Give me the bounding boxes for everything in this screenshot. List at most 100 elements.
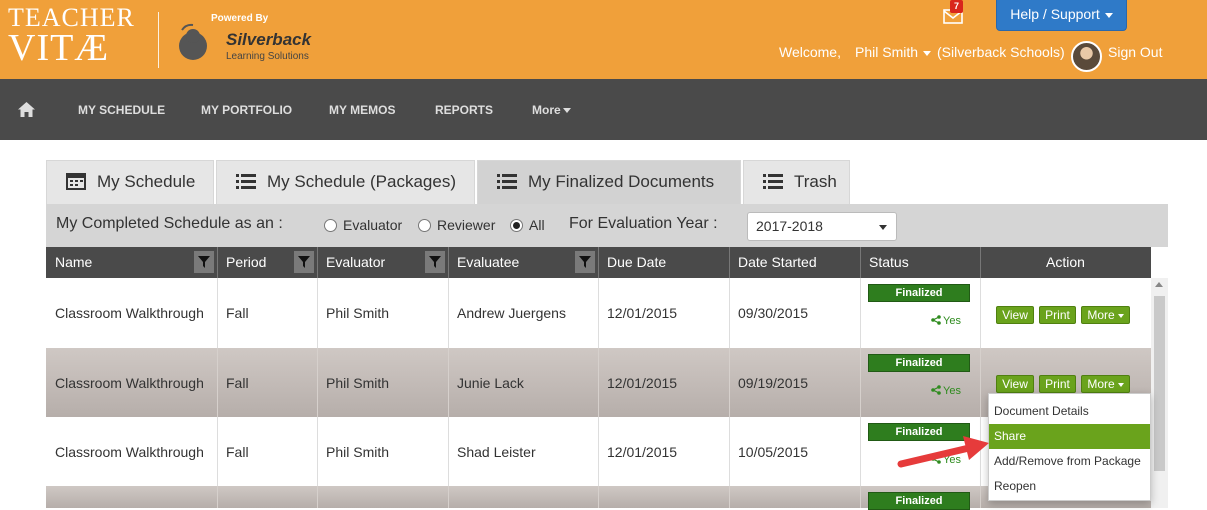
cell-date-started: 09/30/2015 xyxy=(729,278,861,348)
print-button[interactable]: Print xyxy=(1039,375,1076,393)
cell-evaluatee: Junie Lack xyxy=(448,348,599,417)
cell-period: Fall xyxy=(217,348,318,417)
table-header: Name Period Evaluator Evaluatee Due Date… xyxy=(46,247,1151,278)
menu-item-add-remove-package[interactable]: Add/Remove from Package xyxy=(989,449,1150,474)
menu-item-share[interactable]: Share xyxy=(989,424,1150,449)
filter-bar: My Completed Schedule as an : Evaluator … xyxy=(46,204,1168,247)
cell-due-date: 12/01/2015 xyxy=(598,417,730,486)
cell-period: Fall xyxy=(217,278,318,348)
table-row[interactable]: Classroom Walkthrough Fall Phil Smith Ju… xyxy=(46,348,1151,417)
home-icon[interactable] xyxy=(17,101,36,118)
scroll-up-arrow-icon[interactable] xyxy=(1155,282,1163,287)
evaluation-year-select[interactable]: 2017-2018 xyxy=(747,212,897,241)
annotation-arrow-icon xyxy=(897,436,989,468)
scrollbar-thumb[interactable] xyxy=(1154,296,1165,471)
filter-icon[interactable] xyxy=(194,251,214,273)
powered-by-label: Powered By xyxy=(211,13,269,24)
filter-icon[interactable] xyxy=(575,251,595,273)
radio-all-label: All xyxy=(529,217,545,233)
cell-name: Classroom Walkthrough xyxy=(46,417,218,486)
column-action: Action xyxy=(1046,254,1085,270)
chevron-down-icon xyxy=(879,225,887,230)
column-due-date[interactable]: Due Date xyxy=(598,247,730,278)
partner-name: Silverback xyxy=(226,30,312,49)
chevron-down-icon xyxy=(1117,313,1124,318)
calendar-icon xyxy=(66,172,86,190)
radio-all[interactable] xyxy=(510,219,523,232)
status-badge: Finalized xyxy=(868,354,970,372)
cell-due-date: 12/01/2015 xyxy=(598,278,730,348)
radio-reviewer-label: Reviewer xyxy=(437,217,496,233)
column-name[interactable]: Name xyxy=(46,247,218,278)
share-icon xyxy=(931,385,941,395)
cell-evaluator: Phil Smith xyxy=(317,417,449,486)
shared-indicator: Yes xyxy=(931,315,961,327)
column-status[interactable]: Status xyxy=(860,247,981,278)
cell-evaluatee: Shad Leister xyxy=(448,417,599,486)
cell-evaluatee: Andrew Juergens xyxy=(448,278,599,348)
print-button[interactable]: Print xyxy=(1039,306,1076,324)
chevron-down-icon xyxy=(1117,382,1124,387)
organization-name: (Silverback Schools) xyxy=(937,44,1065,60)
radio-evaluator-label: Evaluator xyxy=(343,217,403,233)
nav-my-memos[interactable]: MY MEMOS xyxy=(329,103,395,117)
cell-period: Fall xyxy=(217,417,318,486)
tab-my-finalized-documents[interactable]: My Finalized Documents xyxy=(477,160,741,204)
cell-date-started: 09/19/2015 xyxy=(729,348,861,417)
scrollbar-header-spacer xyxy=(1151,247,1168,278)
cell-date-started xyxy=(729,486,861,508)
share-icon xyxy=(931,315,941,325)
welcome-text: Welcome, xyxy=(779,44,841,60)
radio-evaluator[interactable] xyxy=(324,219,337,232)
silverback-gorilla-icon xyxy=(179,23,207,60)
table-scrollbar[interactable] xyxy=(1151,278,1168,508)
column-period[interactable]: Period xyxy=(217,247,318,278)
more-button[interactable]: More xyxy=(1081,375,1130,393)
teacher-vitae-logo[interactable]: TEACHER VITÆ xyxy=(8,5,135,68)
mail-count-badge: 7 xyxy=(950,0,963,13)
view-button[interactable]: View xyxy=(996,306,1034,324)
radio-reviewer[interactable] xyxy=(418,219,431,232)
app-header: TEACHER VITÆ Powered By Silverback Learn… xyxy=(0,0,1207,79)
evaluation-year-label: For Evaluation Year : xyxy=(569,215,718,232)
column-evaluatee[interactable]: Evaluatee xyxy=(448,247,599,278)
cell-date-started: 10/05/2015 xyxy=(729,417,861,486)
help-support-button[interactable]: Help / Support xyxy=(996,0,1127,31)
sign-out-link[interactable]: Sign Out xyxy=(1108,44,1162,62)
menu-item-document-details[interactable]: Document Details xyxy=(989,399,1150,424)
cell-status: Finalized Yes xyxy=(860,348,981,417)
cell-name xyxy=(46,486,218,508)
list-icon xyxy=(497,173,517,189)
cell-due-date: 12/01/2015 xyxy=(598,348,730,417)
nav-my-schedule[interactable]: MY SCHEDULE xyxy=(78,103,165,117)
cell-name: Classroom Walkthrough xyxy=(46,348,218,417)
chevron-down-icon xyxy=(1104,12,1113,18)
list-icon xyxy=(236,173,256,189)
table-row[interactable]: Classroom Walkthrough Fall Phil Smith An… xyxy=(46,278,1151,348)
tab-my-schedule[interactable]: My Schedule xyxy=(46,160,214,204)
cell-evaluator xyxy=(317,486,449,508)
list-icon xyxy=(763,173,783,189)
cell-action: View Print More xyxy=(980,278,1151,348)
partner-subtitle: Learning Solutions xyxy=(226,51,309,62)
filter-icon[interactable] xyxy=(425,251,445,273)
tab-trash[interactable]: Trash xyxy=(743,160,850,204)
filter-icon[interactable] xyxy=(294,251,314,273)
menu-item-reopen[interactable]: Reopen xyxy=(989,474,1150,499)
avatar[interactable] xyxy=(1071,41,1102,72)
cell-evaluator: Phil Smith xyxy=(317,278,449,348)
user-menu[interactable]: Phil Smith xyxy=(855,44,932,62)
column-evaluator[interactable]: Evaluator xyxy=(317,247,449,278)
more-button[interactable]: More xyxy=(1081,306,1130,324)
logo-divider xyxy=(158,12,159,68)
nav-my-portfolio[interactable]: MY PORTFOLIO xyxy=(201,103,292,117)
cell-name: Classroom Walkthrough xyxy=(46,278,218,348)
cell-evaluator: Phil Smith xyxy=(317,348,449,417)
table-row[interactable]: Finalized xyxy=(46,486,1151,510)
status-badge: Finalized xyxy=(868,284,970,302)
tab-my-schedule-packages[interactable]: My Schedule (Packages) xyxy=(216,160,475,204)
view-button[interactable]: View xyxy=(996,375,1034,393)
nav-reports[interactable]: REPORTS xyxy=(435,103,493,117)
nav-more-menu[interactable]: More xyxy=(532,103,571,117)
column-date-started[interactable]: Date Started xyxy=(729,247,861,278)
